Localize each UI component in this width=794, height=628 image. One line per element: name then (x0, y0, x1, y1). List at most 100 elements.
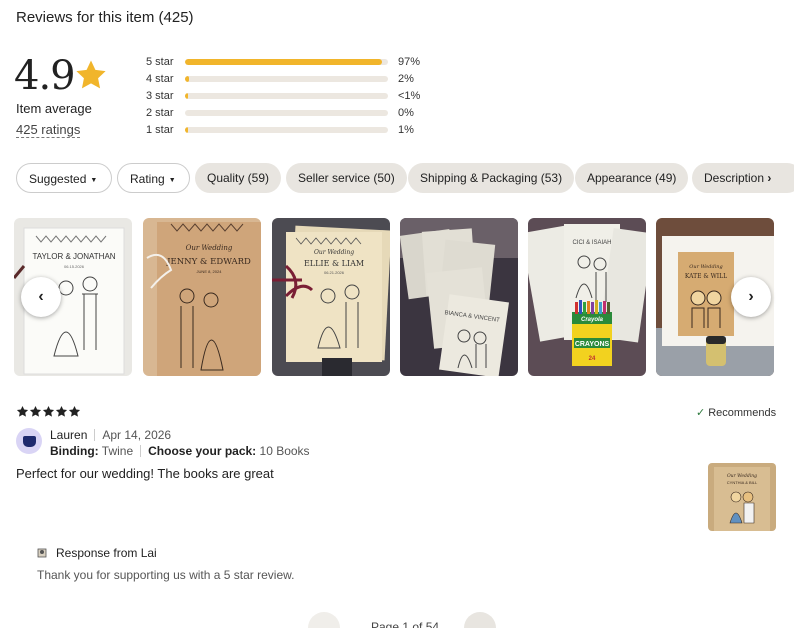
crayon-count: 24 (589, 356, 596, 362)
review-photo-thumbnail[interactable]: CICI & ISAIAH Crayola CRAYONS 24 (528, 218, 646, 376)
booklet-heading: Our Wedding (314, 249, 354, 256)
rating-row-5[interactable]: 5 star 97% (0, 55, 460, 69)
rating-bar-fill (185, 93, 189, 99)
booklet-photo: Our Wedding ELLIE & LIAM 06.21.2026 (272, 218, 390, 376)
rating-bar (185, 93, 388, 99)
recommends-badge: ✓ Recommends (696, 406, 776, 419)
star-icon (55, 405, 68, 417)
crayons-photo: CICI & ISAIAH Crayola CRAYONS 24 (528, 218, 646, 376)
booklet-heading: Our Wedding (186, 244, 233, 252)
booklet-names: CICI & ISAIAH (572, 240, 611, 246)
recommends-label: Recommends (708, 407, 777, 419)
star-icon (16, 405, 29, 417)
seller-response-heading: Response from Lai (37, 546, 157, 560)
rating-bar-fill (185, 59, 382, 65)
rating-row-3[interactable]: 3 star <1% (0, 89, 460, 103)
rating-row-percent: 0% (398, 107, 414, 119)
favor-names: KATE & WILL (685, 273, 727, 280)
binding-value: Twine (101, 444, 134, 458)
pack-value: 10 Books (259, 444, 310, 458)
booklet-names: ELLIE & LIAM (304, 259, 364, 268)
rating-row-percent: 97% (398, 56, 421, 68)
review-stars (16, 405, 81, 419)
carousel-prev-button[interactable]: ‹ (21, 277, 61, 317)
booklet-names: TAYLOR & JONATHAN (32, 252, 115, 261)
sort-dropdown[interactable]: Suggested ▼ (16, 163, 112, 193)
reviews-title: Reviews for this item (425) (16, 9, 194, 26)
arrow-left-icon: ← (317, 620, 331, 628)
previous-page-button[interactable]: ← (308, 612, 340, 628)
rating-row-label: 4 star (146, 73, 174, 85)
review-photo-thumbnail[interactable]: BIANCA & VINCENT (400, 218, 518, 376)
chevron-right-icon: › (748, 288, 754, 305)
review-variations: Binding: Twine Choose your pack: 10 Books (50, 444, 310, 458)
star-icon (42, 405, 55, 417)
booklet-names: CYNTHIA & BILL (727, 480, 758, 485)
filter-chip-description[interactable]: Description › (692, 163, 794, 193)
photo-carousel: TAYLOR & JONATHAN 06.15.2026 Our Wedding… (14, 218, 794, 376)
binding-label: Binding: (50, 444, 99, 458)
rating-row-1[interactable]: 1 star 1% (0, 123, 460, 137)
sort-dropdown-label: Suggested (29, 172, 87, 186)
next-page-button[interactable]: → (464, 612, 496, 628)
booklet-date: 06.21.2026 (324, 270, 345, 275)
avatar-cup-icon (22, 435, 36, 447)
rating-bar (185, 127, 388, 133)
booklet-photo: Our Wedding CYNTHIA & BILL (708, 463, 776, 531)
rating-row-label: 2 star (146, 107, 174, 119)
booklets-stack-photo: BIANCA & VINCENT (400, 218, 518, 376)
booklet-heading: Our Wedding (727, 473, 757, 479)
crayon-label: CRAYONS (575, 341, 610, 348)
rating-bar (185, 76, 388, 82)
reviewer-name[interactable]: Lauren (50, 428, 87, 442)
review-filters: Suggested ▼ Rating ▼ Quality (59) Seller s… (16, 163, 794, 193)
shop-icon (37, 548, 47, 558)
review-date: Apr 14, 2026 (102, 428, 172, 442)
filter-chip-shipping[interactable]: Shipping & Packaging (53) (408, 163, 575, 193)
chevron-right-icon: › (767, 171, 772, 185)
rating-row-2[interactable]: 2 star 0% (0, 106, 460, 120)
rating-dropdown-label: Rating (130, 172, 165, 186)
rating-row-4[interactable]: 4 star 2% (0, 72, 460, 86)
booklet-names: JENNY & EDWARD (166, 257, 251, 267)
review-attached-photo[interactable]: Our Wedding CYNTHIA & BILL (708, 463, 776, 531)
chevron-left-icon: ‹ (38, 288, 44, 305)
rating-row-percent: 2% (398, 73, 414, 85)
rating-row-label: 1 star (146, 124, 174, 136)
divider (94, 429, 96, 441)
carousel-next-button[interactable]: › (731, 277, 771, 317)
filter-chip-appearance[interactable]: Appearance (49) (575, 163, 689, 193)
review-photo-thumbnail[interactable]: Our Wedding ELLIE & LIAM 06.21.2026 (272, 218, 390, 376)
rating-bar (185, 59, 388, 65)
filter-chip-description-label: Description (704, 171, 765, 185)
booklet-photo: Our Wedding JENNY & EDWARD JUNE 8, 2024 (143, 218, 261, 376)
checkmark-icon: ✓ (696, 407, 706, 419)
pack-label: Choose your pack: (148, 444, 257, 458)
review-photo-thumbnail[interactable]: Our Wedding JENNY & EDWARD JUNE 8, 2024 (143, 218, 261, 376)
star-icon (68, 405, 81, 417)
caret-down-icon: ▼ (90, 177, 98, 184)
star-icon (29, 405, 42, 417)
seller-response-text: Thank you for supporting us with a 5 sta… (37, 568, 295, 582)
avatar[interactable] (16, 428, 42, 454)
booklet-date: JUNE 8, 2024 (197, 269, 223, 274)
rating-row-percent: 1% (398, 124, 414, 136)
filter-chip-quality[interactable]: Quality (59) (195, 163, 282, 193)
arrow-right-icon: → (473, 620, 487, 628)
rating-dropdown[interactable]: Rating ▼ (117, 163, 190, 193)
review-text: Perfect for our wedding! The books are g… (16, 466, 274, 481)
rating-row-label: 3 star (146, 90, 174, 102)
crayon-brand: Crayola (581, 317, 604, 323)
page-indicator: Page 1 of 54 (371, 620, 440, 628)
rating-bar-fill (185, 127, 189, 133)
filter-chip-seller-service[interactable]: Seller service (50) (286, 163, 407, 193)
divider (140, 445, 142, 457)
rating-bar (185, 110, 388, 116)
caret-down-icon: ▼ (168, 177, 176, 184)
response-title: Response from Lai (56, 546, 157, 560)
rating-row-label: 5 star (146, 56, 174, 68)
favor-heading: Our Wedding (689, 264, 722, 270)
rating-row-percent: <1% (398, 90, 421, 102)
reviewer-line: Lauren Apr 14, 2026 (50, 428, 171, 442)
booklet-date: 06.15.2026 (64, 264, 85, 269)
